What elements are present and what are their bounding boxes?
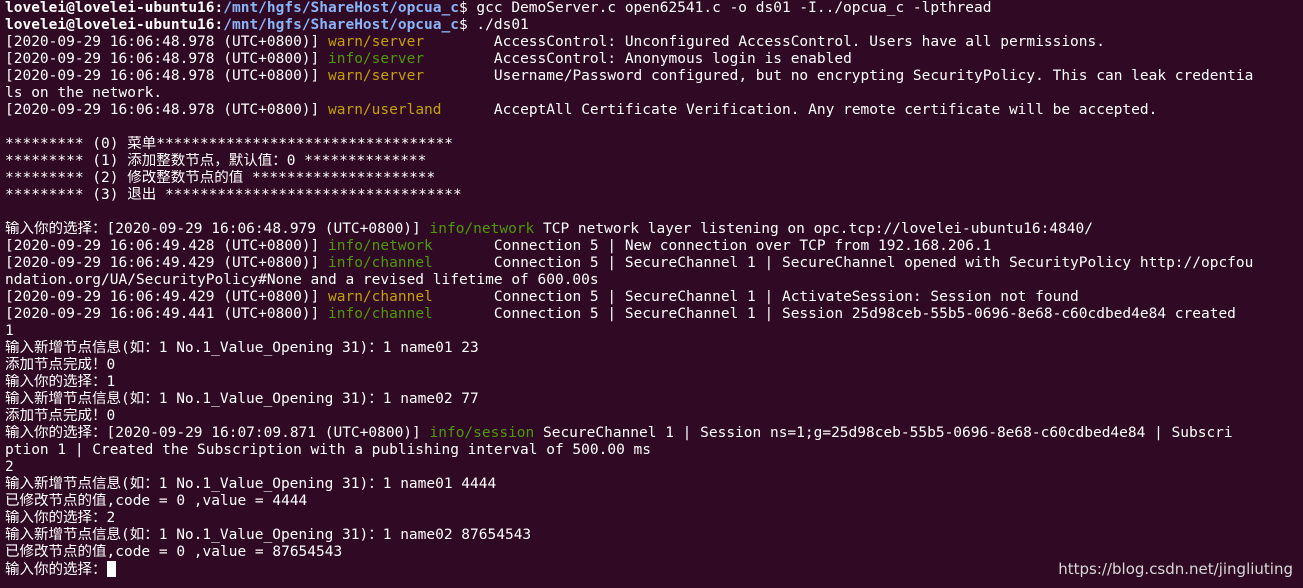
line-text: 添加节点完成！0: [5, 408, 116, 424]
terminal-line: ********* (2) 修改整数节点的值 *****************…: [5, 170, 1303, 187]
terminal-line: [2020-09-29 16:06:48.978 (UTC+0800)] inf…: [5, 51, 1303, 68]
prompt-user: :: [214, 17, 224, 33]
terminal-line: [2020-09-29 16:06:49.428 (UTC+0800)] inf…: [5, 238, 1303, 255]
terminal-line: 输入新增节点信息(如：1 No.1_Value_Opening 31)：1 na…: [5, 476, 1303, 493]
line-text: ption 1 | Created the Subscription with …: [5, 442, 652, 458]
line-text: [2020-09-29 16:06:48.978 (UTC+0800)]: [5, 102, 329, 118]
line-text: 已修改节点的值,code = 0 ,value = 4444: [5, 493, 308, 509]
line-text: [2020-09-29 16:06:48.978 (UTC+0800)]: [5, 68, 329, 84]
line-text: [2020-09-29 16:06:49.428 (UTC+0800)]: [5, 238, 329, 254]
line-text: $ gcc DemoServer.c open62541.c -o ds01 -…: [458, 0, 992, 16]
line-text: ndation.org/UA/SecurityPolicy#None and a…: [5, 272, 599, 288]
terminal-line: 输入你的选择：2: [5, 510, 1303, 527]
line-text: Username/Password configured, but no enc…: [424, 68, 1254, 84]
terminal-line: 2: [5, 459, 1303, 476]
line-text: AccessControl: Unconfigured AccessContro…: [424, 34, 1105, 50]
prompt-user: :: [214, 0, 224, 16]
log-level-info: info/channel: [328, 255, 433, 271]
line-text: 输入你的选择：1: [5, 374, 116, 390]
terminal-line: ********* (1) 添加整数节点，默认值：0 *************…: [5, 153, 1303, 170]
terminal-line: 输入你的选择：[2020-09-29 16:06:48.979 (UTC+080…: [5, 221, 1303, 238]
line-text: [2020-09-29 16:06:48.978 (UTC+0800)]: [5, 34, 329, 50]
log-level-info: info/network: [429, 221, 535, 237]
terminal-line: 输入新增节点信息(如：1 No.1_Value_Opening 31)：1 na…: [5, 340, 1303, 357]
line-text: 添加节点完成！0: [5, 357, 116, 373]
terminal-line: 输入你的选择：[2020-09-29 16:07:09.871 (UTC+080…: [5, 425, 1303, 442]
line-text: 1: [5, 323, 14, 339]
prompt-path: /mnt/hgfs/ShareHost/opcua_c: [223, 0, 459, 16]
terminal-line: [2020-09-29 16:06:48.978 (UTC+0800)] war…: [5, 34, 1303, 51]
line-text: 2: [5, 459, 14, 475]
terminal-line: [2020-09-29 16:06:49.429 (UTC+0800)] war…: [5, 289, 1303, 306]
line-text: 输入你的选择：[2020-09-29 16:07:09.871 (UTC+080…: [5, 425, 430, 441]
line-text: 输入新增节点信息(如：1 No.1_Value_Opening 31)：1 na…: [5, 391, 479, 407]
terminal-line: 添加节点完成！0: [5, 408, 1303, 425]
line-text: AcceptAll Certificate Verification. Any …: [441, 102, 1158, 118]
line-text: $ ./ds01: [458, 17, 529, 33]
terminal-line: 已修改节点的值,code = 0 ,value = 87654543: [5, 544, 1303, 561]
line-text: 输入新增节点信息(如：1 No.1_Value_Opening 31)：1 na…: [5, 340, 479, 356]
terminal-line: ndation.org/UA/SecurityPolicy#None and a…: [5, 272, 1303, 289]
terminal-line: 输入新增节点信息(如：1 No.1_Value_Opening 31)：1 na…: [5, 391, 1303, 408]
log-level-info: info/network: [328, 238, 433, 254]
terminal-line: ls on the network.: [5, 85, 1303, 102]
line-text: Connection 5 | SecureChannel 1 | SecureC…: [432, 255, 1254, 271]
line-text: [2020-09-29 16:06:48.978 (UTC+0800)]: [5, 51, 329, 67]
terminal-line: 输入新增节点信息(如：1 No.1_Value_Opening 31)：1 na…: [5, 527, 1303, 544]
log-level-info: info/session: [429, 425, 535, 441]
terminal-line: lovelei@lovelei-ubuntu16:/mnt/hgfs/Share…: [5, 17, 1303, 34]
line-text: Connection 5 | SecureChannel 1 | Session…: [432, 306, 1236, 322]
log-level-info: info/channel: [328, 306, 433, 322]
prompt-user: lovelei@lovelei-ubuntu16: [5, 17, 215, 33]
line-text: [2020-09-29 16:06:49.441 (UTC+0800)]: [5, 306, 329, 322]
line-text: [2020-09-29 16:06:49.429 (UTC+0800)]: [5, 289, 329, 305]
terminal-line: 已修改节点的值,code = 0 ,value = 4444: [5, 493, 1303, 510]
terminal-line: [2020-09-29 16:06:49.441 (UTC+0800)] inf…: [5, 306, 1303, 323]
line-text: Connection 5 | New connection over TCP f…: [432, 238, 992, 254]
line-text: 输入你的选择：[2020-09-29 16:06:48.979 (UTC+080…: [5, 221, 430, 237]
terminal-window[interactable]: lovelei@lovelei-ubuntu16:/mnt/hgfs/Share…: [0, 0, 1303, 588]
log-level-warn: warn/userland: [328, 102, 442, 118]
line-text: ********* (0) 菜单************************…: [5, 136, 454, 152]
line-text: 输入新增节点信息(如：1 No.1_Value_Opening 31)：1 na…: [5, 527, 532, 543]
terminal-line: ********* (0) 菜单************************…: [5, 136, 1303, 153]
terminal-line: lovelei@lovelei-ubuntu16:/mnt/hgfs/Share…: [5, 0, 1303, 17]
terminal-line: 1: [5, 323, 1303, 340]
terminal-line: [2020-09-29 16:06:49.429 (UTC+0800)] inf…: [5, 255, 1303, 272]
line-text: 输入你的选择：: [5, 562, 107, 578]
line-text: ********* (2) 修改整数节点的值 *****************…: [5, 170, 436, 186]
line-text: SecureChannel 1 | Session ns=1;g=25d98ce…: [534, 425, 1233, 441]
terminal-line: [2020-09-29 16:06:48.978 (UTC+0800)] war…: [5, 102, 1303, 119]
terminal-line: ********* (3) 退出 ***********************…: [5, 187, 1303, 204]
terminal-line: 添加节点完成！0: [5, 357, 1303, 374]
line-text: TCP network layer listening on opc.tcp:/…: [534, 221, 1093, 237]
prompt-user: lovelei@lovelei-ubuntu16: [5, 0, 215, 16]
line-text: [2020-09-29 16:06:49.429 (UTC+0800)]: [5, 255, 329, 271]
line-text: ********* (1) 添加整数节点，默认值：0 *************…: [5, 153, 427, 169]
prompt-path: /mnt/hgfs/ShareHost/opcua_c: [223, 17, 459, 33]
terminal-line: 输入你的选择：1: [5, 374, 1303, 391]
line-text: 已修改节点的值,code = 0 ,value = 87654543: [5, 544, 343, 560]
line-text: AccessControl: Anonymous login is enable…: [424, 51, 852, 67]
line-text: ls on the network.: [5, 85, 163, 101]
text-cursor: [106, 561, 116, 577]
line-text: ********* (3) 退出 ***********************…: [5, 187, 462, 203]
terminal-line: ption 1 | Created the Subscription with …: [5, 442, 1303, 459]
line-text: 输入新增节点信息(如：1 No.1_Value_Opening 31)：1 na…: [5, 476, 497, 492]
line-text: Connection 5 | SecureChannel 1 | Activat…: [432, 289, 1079, 305]
log-level-warn: warn/server: [328, 68, 425, 84]
log-level-warn: warn/channel: [328, 289, 433, 305]
terminal-line: [2020-09-29 16:06:48.978 (UTC+0800)] war…: [5, 68, 1303, 85]
watermark-text: https://blog.csdn.net/jingliuting: [1058, 560, 1293, 578]
line-text: 输入你的选择：2: [5, 510, 116, 526]
log-level-warn: warn/server: [328, 34, 425, 50]
terminal-output: lovelei@lovelei-ubuntu16:/mnt/hgfs/Share…: [5, 0, 1303, 578]
log-level-info: info/server: [328, 51, 425, 67]
